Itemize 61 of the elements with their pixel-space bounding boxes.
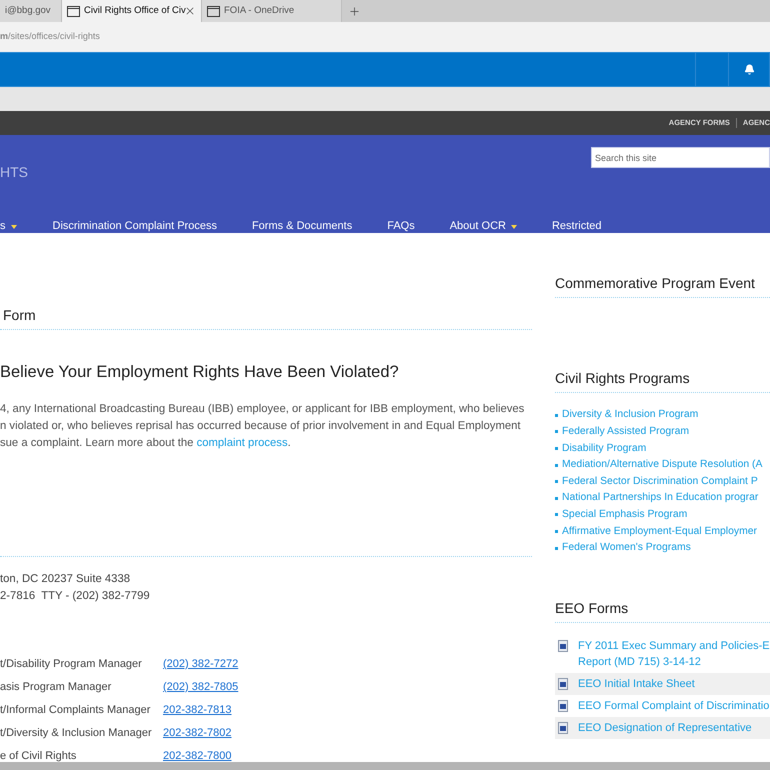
nav-link[interactable]: About OCR xyxy=(450,218,517,234)
browser-tab[interactable]: Civil Rights Office of Civ xyxy=(62,0,202,22)
form-link[interactable]: EEO Designation of Representative xyxy=(578,720,752,736)
nav-link[interactable]: Restricted xyxy=(552,218,602,234)
bullet-icon xyxy=(555,496,558,500)
nav-link[interactable]: Forms & Documents xyxy=(252,218,352,234)
bullet-icon xyxy=(555,414,558,417)
nav-link[interactable]: FAQs xyxy=(387,218,415,234)
form-link[interactable]: EEO Initial Intake Sheet xyxy=(578,676,695,692)
bullet-icon xyxy=(555,464,558,467)
section-title: Form xyxy=(0,305,532,330)
contact-role: e of Civil Rights xyxy=(0,749,78,764)
program-link[interactable]: Affirmative Employment-Equal Employmer xyxy=(562,524,757,540)
bullet-icon xyxy=(555,530,558,533)
program-link[interactable]: Diversity & Inclusion Program xyxy=(562,407,698,424)
page-heading: Believe Your Employment Rights Have Been Violated? xyxy=(0,362,400,383)
contact-role: t/Informal Complaints Manager xyxy=(0,703,152,718)
search-field[interactable]: Search this site xyxy=(591,147,770,168)
phone-link[interactable]: (202) 382-7272 xyxy=(163,656,238,672)
nav-link[interactable]: Discrimination Complaint Process xyxy=(52,218,217,234)
document-icon xyxy=(558,700,569,712)
document-icon xyxy=(558,640,569,652)
bullet-icon xyxy=(555,446,558,450)
nav-link[interactable]: s xyxy=(0,218,16,234)
phone-link[interactable]: 202-382-7800 xyxy=(163,748,232,764)
program-link[interactable]: Disability Program xyxy=(562,440,646,456)
form-link[interactable]: FY 2011 Exec Summary and Policies-E Report (MD 715) 3-14-12 xyxy=(578,638,770,670)
phone-link[interactable]: 202-382-7802 xyxy=(163,725,232,742)
program-link[interactable]: Special Emphasis Program xyxy=(562,507,688,523)
program-link[interactable]: National Partnerships In Education prograr xyxy=(562,490,758,506)
document-icon xyxy=(558,722,569,734)
browser-tab[interactable]: FOIA - OneDrive xyxy=(202,0,342,22)
contact-role: t/Disability Program Manager xyxy=(0,657,143,672)
bullet-icon xyxy=(555,513,558,516)
program-link[interactable]: Federally Assisted Program xyxy=(562,424,690,440)
program-link[interactable]: Mediation/Alternative Dispute Resolution (A xyxy=(562,457,762,473)
phone-link[interactable]: 202-382-7813 xyxy=(163,702,232,718)
program-link[interactable]: Federal Sector Discrimination Complaint P xyxy=(562,474,758,490)
form-link[interactable]: EEO Formal Complaint of Discriminatio xyxy=(578,698,770,714)
address-line: 2-7816 TTY - (202) 382-7799 xyxy=(0,588,151,604)
close-icon[interactable] xyxy=(184,5,196,17)
new-tab-icon[interactable] xyxy=(348,4,361,18)
contact-role: asis Program Manager xyxy=(0,680,112,695)
phone-link[interactable]: (202) 382-7805 xyxy=(163,679,238,696)
browser-tab[interactable]: i@bbg.gov xyxy=(0,0,62,22)
address-line: ton, DC 20237 Suite 4338 xyxy=(0,572,132,587)
document-icon xyxy=(558,678,569,690)
bullet-icon xyxy=(555,480,558,484)
program-link[interactable]: Federal Women's Programs xyxy=(562,540,691,556)
bullet-icon xyxy=(555,430,558,434)
intro-paragraph: 4, any International Broadcasting Bureau (IBB) employee, or applicant for IBB employment, who believes n violated or, who believes reprisal has occurred because of prior involvement in and Equal Employment sue a complaint. Learn more about the complaint process. xyxy=(0,402,526,451)
bullet-icon xyxy=(555,546,558,550)
forms-title: EEO Forms xyxy=(555,598,770,624)
scroll-bar[interactable] xyxy=(0,762,770,770)
events-title: Commemorative Program Event xyxy=(555,273,770,298)
notification-bell-icon[interactable] xyxy=(744,64,754,75)
address-url[interactable]: m/sites/offices/civil-rights xyxy=(0,30,100,44)
site-title: HTS xyxy=(0,163,28,182)
programs-title: Civil Rights Programs xyxy=(555,368,770,393)
contact-role: t/Diversity & Inclusion Manager xyxy=(0,726,153,741)
complaint-process-link[interactable]: complaint process xyxy=(196,436,288,449)
